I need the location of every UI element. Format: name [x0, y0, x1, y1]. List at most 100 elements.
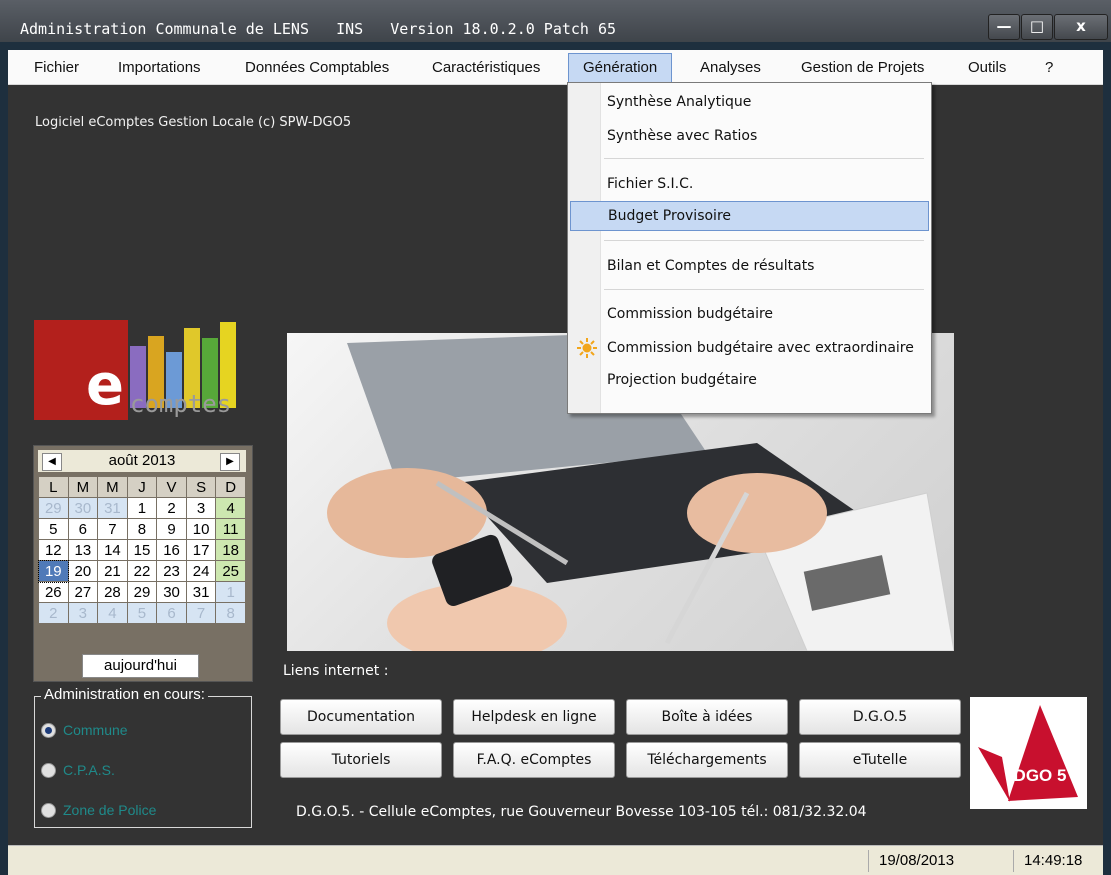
- calendar-day[interactable]: 13: [67, 539, 99, 561]
- tutoriels-button[interactable]: Tutoriels: [280, 742, 442, 778]
- menu-generation[interactable]: Génération: [568, 53, 673, 83]
- calendar-day[interactable]: 27: [67, 581, 99, 603]
- menu-fichier[interactable]: Fichier: [34, 56, 79, 80]
- day-header: L: [38, 476, 69, 498]
- calendar-day[interactable]: 24: [185, 560, 217, 582]
- calendar-day[interactable]: 25: [215, 560, 246, 582]
- dropdown-item-label: Projection budgétaire: [607, 372, 757, 388]
- calendar-day[interactable]: 31: [185, 581, 217, 603]
- radio-cpas[interactable]: C.P.A.S.: [41, 761, 201, 779]
- menu-donnees-comptables[interactable]: Données Comptables: [245, 56, 389, 80]
- dgo5-button[interactable]: D.G.O.5: [799, 699, 961, 735]
- calendar-day[interactable]: 2: [156, 497, 187, 519]
- radio-zone-de-police[interactable]: Zone de Police: [41, 801, 201, 819]
- sun-icon: [577, 338, 597, 358]
- minimize-button[interactable]: —: [988, 14, 1020, 40]
- documentation-button[interactable]: Documentation: [280, 699, 442, 735]
- calendar-day[interactable]: 30: [156, 581, 187, 603]
- today-button[interactable]: aujourd'hui: [82, 654, 199, 678]
- dropdown-item-label: Synthèse Analytique: [607, 94, 752, 110]
- calendar-day[interactable]: 2: [38, 602, 69, 624]
- dropdown-separator: [604, 289, 924, 290]
- calendar-day[interactable]: 7: [97, 518, 128, 540]
- calendar-day[interactable]: 17: [185, 539, 217, 561]
- dgo5-logo-shape: [978, 747, 1010, 802]
- dropdown-item-commission-extraordinaire[interactable]: Commission budgétaire avec extraordinair…: [570, 333, 927, 363]
- dropdown-item-bilan[interactable]: Bilan et Comptes de résultats: [570, 251, 927, 281]
- menu-outils[interactable]: Outils: [968, 56, 1006, 80]
- calendar-day[interactable]: 20: [67, 560, 99, 582]
- next-month-icon[interactable]: ▶: [220, 453, 240, 471]
- calendar-day[interactable]: 11: [215, 518, 246, 540]
- calendar-day[interactable]: 4: [215, 497, 246, 519]
- copyright-text: Logiciel eComptes Gestion Locale (c) SPW…: [35, 115, 352, 130]
- calendar-day[interactable]: 22: [126, 560, 158, 582]
- calendar-day[interactable]: 5: [38, 518, 69, 540]
- calendar-day[interactable]: 15: [126, 539, 158, 561]
- calendar-day[interactable]: 6: [67, 518, 99, 540]
- maximize-button[interactable]: □: [1021, 14, 1053, 40]
- calendar-day[interactable]: 29: [38, 497, 69, 519]
- calendar-day[interactable]: 3: [67, 602, 99, 624]
- calendar-day[interactable]: 31: [97, 497, 128, 519]
- calendar-day[interactable]: 8: [215, 602, 246, 624]
- calendar-day[interactable]: 1: [215, 581, 246, 603]
- calendar-day[interactable]: 3: [185, 497, 217, 519]
- telechargements-button[interactable]: Téléchargements: [626, 742, 788, 778]
- close-button[interactable]: x: [1054, 14, 1108, 40]
- status-bar: 19/08/2013 14:49:18: [8, 845, 1103, 875]
- dropdown-item-projection[interactable]: Projection budgétaire: [570, 365, 927, 395]
- radio-label: Zone de Police: [63, 802, 157, 818]
- calendar-day[interactable]: 28: [97, 581, 128, 603]
- dropdown-item-fichier-sic[interactable]: Fichier S.I.C.: [570, 169, 927, 199]
- radio-icon: [41, 763, 56, 778]
- dgo5-logo[interactable]: DGO 5: [970, 697, 1087, 809]
- calendar-day[interactable]: 8: [126, 518, 158, 540]
- dropdown-item-label: Synthèse avec Ratios: [607, 128, 758, 144]
- day-header: S: [185, 476, 217, 498]
- radio-commune[interactable]: Commune: [41, 721, 201, 739]
- etutelle-button[interactable]: eTutelle: [799, 742, 961, 778]
- day-header: J: [126, 476, 158, 498]
- boite-a-idees-button[interactable]: Boîte à idées: [626, 699, 788, 735]
- calendar-day[interactable]: 7: [185, 602, 217, 624]
- dropdown-item-budget-provisoire[interactable]: Budget Provisoire: [570, 201, 929, 231]
- calendar-day[interactable]: 16: [156, 539, 187, 561]
- calendar-day[interactable]: 30: [67, 497, 99, 519]
- title-bar: Administration Communale de LENS INS Ver…: [0, 0, 1111, 42]
- menu-gestion-de-projets[interactable]: Gestion de Projets: [801, 56, 924, 80]
- dropdown-item-synthese-analytique[interactable]: Synthèse Analytique: [570, 87, 927, 117]
- calendar-day[interactable]: 6: [156, 602, 187, 624]
- dropdown-item-commission[interactable]: Commission budgétaire: [570, 299, 927, 329]
- calendar-grid: L M M J V S D 29 30 31 1 2 3 4 5 6 7 8 9…: [37, 476, 246, 624]
- calendar-day[interactable]: 10: [185, 518, 217, 540]
- calendar-day[interactable]: 21: [97, 560, 128, 582]
- calendar-day[interactable]: 12: [38, 539, 69, 561]
- window-title: Administration Communale de LENS INS Ver…: [20, 20, 617, 38]
- dropdown-separator: [604, 158, 924, 159]
- helpdesk-button[interactable]: Helpdesk en ligne: [453, 699, 615, 735]
- calendar-day[interactable]: 26: [38, 581, 69, 603]
- logo-word: comptes: [130, 390, 232, 418]
- calendar-day[interactable]: 4: [97, 602, 128, 624]
- footer-contact: D.G.O.5. - Cellule eComptes, rue Gouvern…: [296, 804, 867, 820]
- calendar-day[interactable]: 1: [126, 497, 158, 519]
- calendar-day[interactable]: 5: [126, 602, 158, 624]
- faq-button[interactable]: F.A.Q. eComptes: [453, 742, 615, 778]
- calendar-day[interactable]: 23: [156, 560, 187, 582]
- calendar-day[interactable]: 14: [97, 539, 128, 561]
- menu-analyses[interactable]: Analyses: [700, 56, 761, 80]
- menu-caracteristiques[interactable]: Caractéristiques: [432, 56, 540, 80]
- calendar-day[interactable]: 18: [215, 539, 246, 561]
- calendar-day-selected[interactable]: 19: [37, 559, 70, 583]
- dgo5-logo-icon: DGO 5: [978, 705, 1078, 802]
- calendar-day[interactable]: 9: [156, 518, 187, 540]
- generation-dropdown: Synthèse Analytique Synthèse avec Ratios…: [567, 82, 932, 414]
- dropdown-item-synthese-ratios[interactable]: Synthèse avec Ratios: [570, 121, 927, 151]
- menu-importations[interactable]: Importations: [118, 56, 201, 80]
- menu-help[interactable]: ?: [1045, 56, 1053, 80]
- ecomptes-logo: e comptes: [34, 320, 252, 420]
- calendar-day[interactable]: 29: [126, 581, 158, 603]
- radio-label: C.P.A.S.: [63, 762, 115, 778]
- hand-left: [327, 468, 487, 558]
